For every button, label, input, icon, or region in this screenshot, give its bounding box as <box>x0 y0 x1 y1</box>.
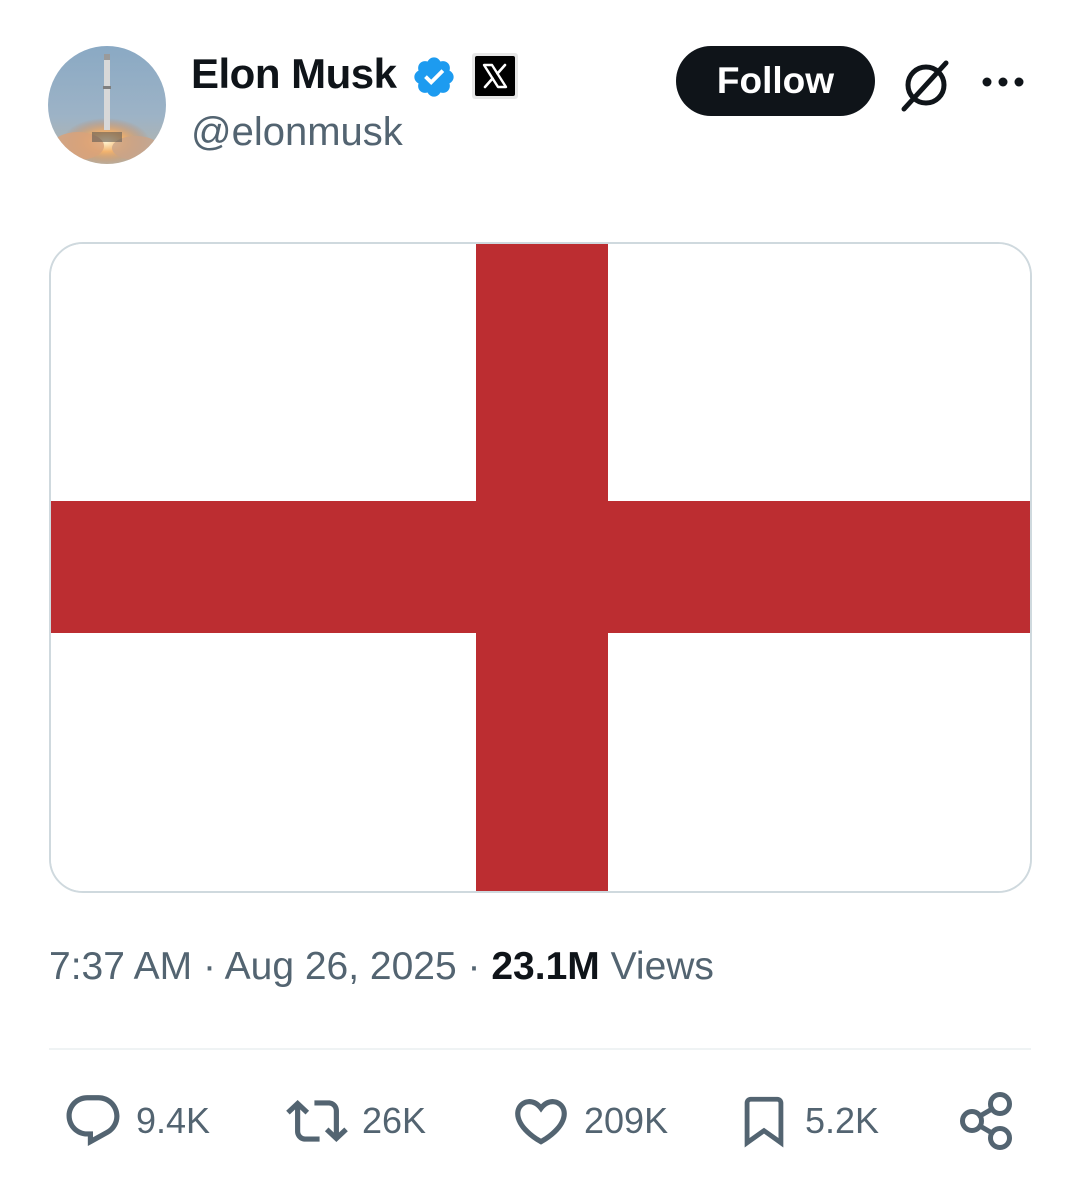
bookmark-icon <box>744 1096 784 1148</box>
author-handle[interactable]: @elonmusk <box>191 110 403 155</box>
reply-count: 9.4K <box>136 1100 211 1141</box>
x-logo-icon[interactable] <box>471 52 519 100</box>
bookmark-count: 5.2K <box>805 1100 880 1141</box>
reply-icon <box>66 1095 120 1147</box>
divider <box>49 1048 1031 1050</box>
tweet-date[interactable]: Aug 26, 2025 <box>225 945 457 988</box>
tweet-media-image[interactable] <box>49 242 1032 893</box>
follow-button[interactable]: Follow <box>676 46 875 116</box>
england-flag-image <box>51 244 1030 891</box>
views-count[interactable]: 23.1M <box>491 945 599 988</box>
repost-icon <box>286 1100 348 1142</box>
tweet-meta: 7:37 AM · Aug 26, 2025 · 23.1M Views <box>49 945 714 989</box>
author-display-name[interactable]: Elon Musk <box>191 50 397 98</box>
more-options-icon[interactable] <box>978 62 1028 102</box>
meta-separator: · <box>467 945 481 988</box>
bookmark-button[interactable]: 5.2K <box>735 1088 879 1154</box>
reply-button[interactable]: 9.4K <box>62 1088 210 1154</box>
grok-icon[interactable] <box>896 55 956 115</box>
share-icon[interactable] <box>955 1088 1017 1154</box>
views-label: Views <box>610 945 714 988</box>
verified-badge-icon[interactable] <box>411 54 457 100</box>
rocket-launch-avatar-icon <box>48 46 166 164</box>
heart-icon <box>515 1099 567 1145</box>
avatar[interactable] <box>48 46 166 164</box>
like-button[interactable]: 209K <box>510 1088 668 1154</box>
meta-separator: · <box>202 945 216 988</box>
repost-count: 26K <box>362 1100 427 1141</box>
tweet-time[interactable]: 7:37 AM <box>49 945 192 988</box>
like-count: 209K <box>584 1100 669 1141</box>
repost-button[interactable]: 26K <box>284 1088 426 1154</box>
